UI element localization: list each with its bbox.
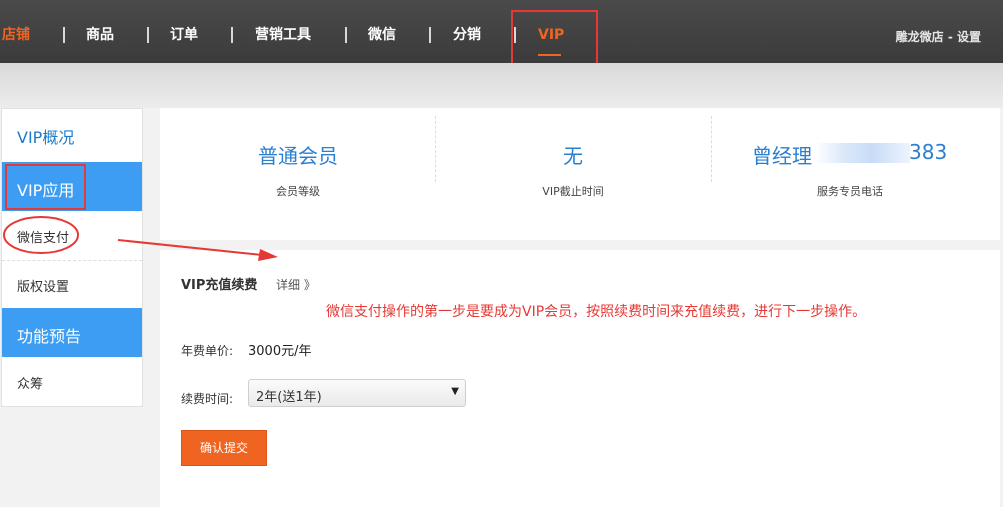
highlight-circle-wechat-pay: [3, 216, 79, 254]
arrow-head-icon: [258, 249, 278, 261]
annotation-arrow-line: [117, 239, 263, 256]
annotation-overlay: [3, 216, 278, 261]
